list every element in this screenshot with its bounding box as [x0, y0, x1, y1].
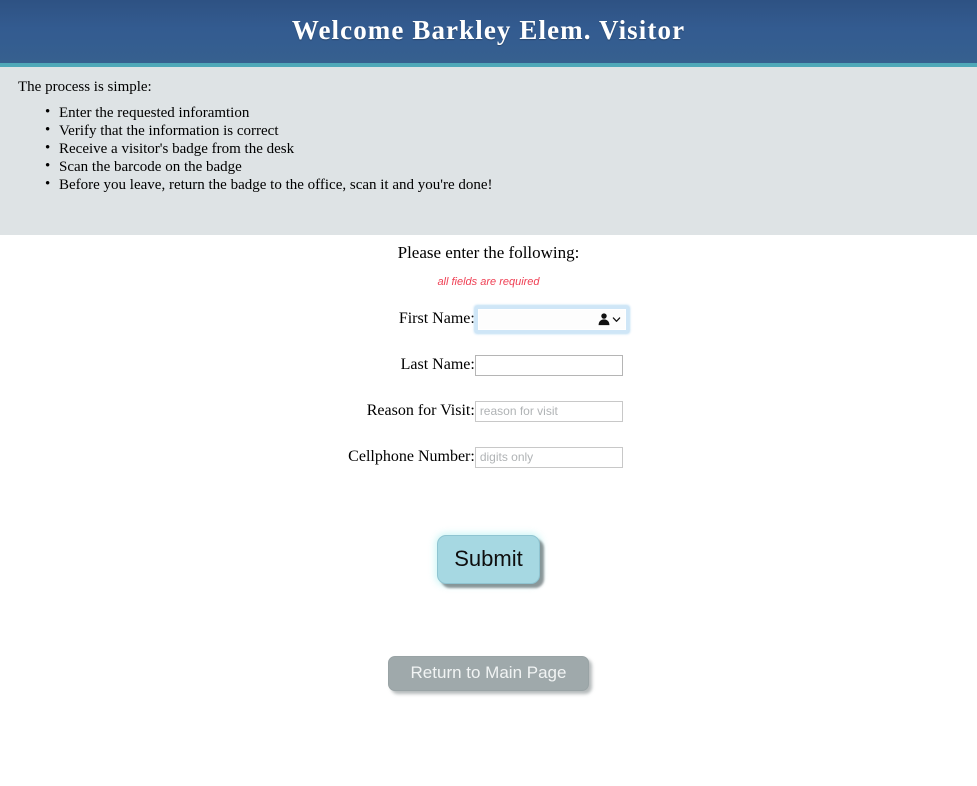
field-row-reason: Reason for Visit:: [348, 388, 629, 434]
list-item: Receive a visitor's badge from the desk: [45, 139, 977, 158]
last-name-input[interactable]: [474, 354, 623, 376]
field-row-first-name: First Name:: [348, 296, 629, 342]
list-item: Before you leave, return the badge to th…: [45, 175, 977, 194]
reason-for-visit-label: Reason for Visit:: [366, 402, 475, 419]
instructions-list: Enter the requested inforamtion Verify t…: [0, 103, 977, 194]
page-title: Welcome Barkley Elem. Visitor: [291, 15, 686, 45]
cellphone-number-label: Cellphone Number:: [348, 448, 475, 465]
list-item: Scan the barcode on the badge: [45, 157, 977, 176]
submit-button-area: Submit: [0, 535, 977, 584]
return-button-area: Return to Main Page: [0, 656, 977, 691]
first-name-field-wrapper[interactable]: [474, 305, 629, 333]
field-row-last-name: Last Name:: [348, 342, 629, 388]
reason-for-visit-input[interactable]: [474, 400, 623, 422]
required-fields-note: all fields are required: [437, 276, 540, 288]
list-item: Enter the requested inforamtion: [45, 103, 977, 122]
first-name-label: First Name:: [398, 310, 475, 327]
field-row-cellphone: Cellphone Number:: [348, 434, 629, 480]
form-fields-table: First Name: Last Name: Reason for Visit:…: [348, 296, 629, 480]
instructions-lead: The process is simple:: [18, 79, 152, 95]
return-to-main-page-button[interactable]: Return to Main Page: [387, 656, 590, 691]
first-name-input[interactable]: [477, 308, 626, 330]
last-name-label: Last Name:: [400, 356, 475, 373]
list-item: Verify that the information is correct: [45, 121, 977, 140]
page-header: Welcome Barkley Elem. Visitor: [0, 0, 977, 67]
visitor-form: Please enter the following: all fields a…: [0, 235, 977, 691]
cellphone-number-input[interactable]: [474, 446, 623, 468]
instructions-panel: The process is simple: Enter the request…: [0, 67, 977, 235]
form-heading: Please enter the following:: [397, 243, 580, 262]
submit-button[interactable]: Submit: [437, 535, 540, 584]
